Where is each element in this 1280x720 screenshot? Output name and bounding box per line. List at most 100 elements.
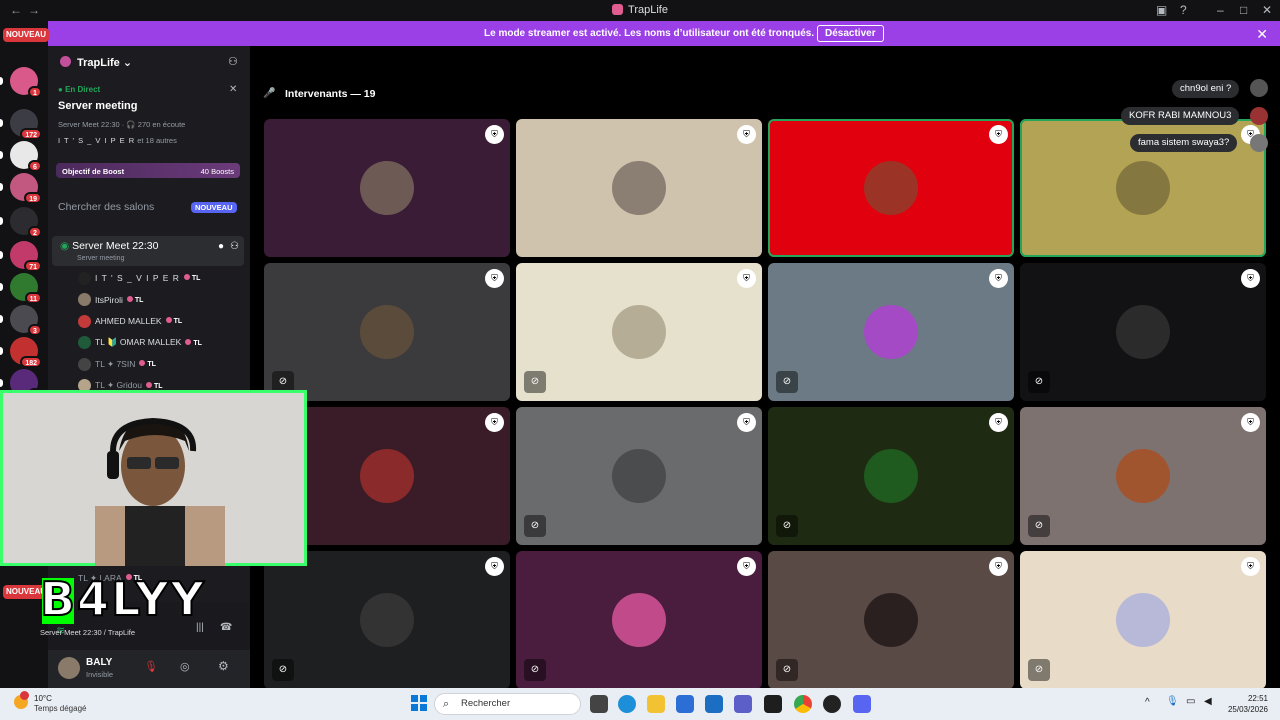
server-icon[interactable]: 182 [10,337,42,368]
server-icon[interactable]: 71 [10,241,42,272]
weather-temp[interactable]: 10°C [34,694,52,703]
disconnect-icon[interactable]: ☎ [220,622,232,633]
headphones-icon[interactable]: ◎ [180,660,190,673]
teams-icon[interactable] [734,695,752,713]
close-live-icon[interactable]: ✕ [229,84,237,95]
avatar [360,449,414,503]
mic-muted-icon: ⊘ [524,515,546,537]
discord-icon[interactable] [853,695,871,713]
speakers-header: Intervenants — 19 [285,88,376,100]
inbox-icon[interactable]: ▣ [1156,3,1167,17]
server-icon[interactable]: 11 [10,273,42,304]
chrome-icon[interactable] [794,695,812,713]
live-stage-card[interactable]: ● En Direct ✕ Server meeting Server Meet… [48,78,250,153]
voice-connected-sub: Server Meet 22:30 / TrapLife [40,628,136,637]
unread-pill [0,315,3,323]
banner-close-icon[interactable]: ✕ [1256,26,1268,43]
maximize-icon[interactable]: □ [1240,3,1247,17]
app-icon [612,4,624,15]
voice-member[interactable]: TL 🔰 OMAR MALLEK TL [78,333,202,353]
window-title-text: TrapLife [628,4,668,16]
participant-tile[interactable]: ⛨⊘ [1020,407,1266,545]
server-icon[interactable]: 6 [10,141,42,172]
close-window-icon[interactable]: ✕ [1262,3,1272,17]
unread-badge: 11 [24,292,42,304]
gear-icon[interactable]: ⚙ [218,659,229,673]
unread-badge: 2 [28,226,42,238]
voice-member[interactable]: I T ' S _ V I P E R TL [78,268,200,288]
store-icon[interactable] [676,695,694,713]
server-icon[interactable]: 172 [10,109,42,140]
chevron-up-icon[interactable]: ^ [1145,697,1150,708]
taskbar-search[interactable]: ⌕ Rechercher [434,693,581,715]
volume-icon[interactable]: ◀ [1204,696,1212,707]
participant-tile[interactable]: ⛨⊘ [768,551,1014,689]
boost-goal[interactable]: Objectif de Boost 40 Boosts [56,163,240,178]
invite-people-icon[interactable]: ⚇ [228,55,238,68]
avatar [864,161,918,215]
avatar [612,161,666,215]
participant-tile[interactable]: ⛨ [264,119,510,257]
mic-muted-icon: ⊘ [1028,515,1050,537]
voice-member[interactable]: AHMED MALLEK TL [78,311,182,331]
server-icon[interactable]: 2 [10,207,42,238]
file-explorer-icon[interactable] [647,695,665,713]
network-icon[interactable]: ▭ [1186,696,1195,707]
server-icon [60,56,71,67]
avatar [78,336,91,349]
taskbar-search-label: Rechercher [461,698,511,709]
member-tag: TL [139,360,156,368]
participant-tile[interactable]: ⛨⊘ [264,551,510,689]
participant-tile[interactable]: ⛨⊘ [1020,263,1266,401]
member-tag: TL [184,274,201,282]
search-new-badge: NOUVEAU [191,202,237,213]
microphone-tray-icon[interactable]: 🎙 [1166,696,1179,707]
disable-streamer-button[interactable]: Désactiver [817,25,884,42]
add-member-icon[interactable]: ⚇ [230,241,239,252]
webcam-person [95,417,225,566]
server-icon[interactable]: 3 [10,305,42,336]
obs-icon[interactable] [823,695,841,713]
clock-date[interactable]: 25/03/2026 [1228,705,1268,714]
moderator-shield-icon: ⛨ [1241,557,1260,576]
avatar [864,449,918,503]
terminal-icon[interactable] [764,695,782,713]
avatar[interactable] [58,657,80,679]
participant-tile[interactable]: ⛨ [768,119,1014,257]
windows-start-icon[interactable] [411,695,427,711]
avatar [78,271,91,285]
unread-pill [0,251,3,259]
participant-tile[interactable]: ⛨ [516,119,762,257]
minimize-icon[interactable]: – [1217,3,1224,17]
avatar [612,305,666,359]
server-name-header[interactable]: TrapLife ⌄ [60,56,132,69]
server-icon[interactable]: 19 [10,173,42,204]
unread-pill [0,347,3,355]
unread-badge: 6 [28,160,42,172]
avatar [864,593,918,647]
weather-desc[interactable]: Temps dégagé [34,704,86,713]
participant-tile[interactable]: ⛨⊘ [516,551,762,689]
clock-time[interactable]: 22:51 [1248,694,1268,703]
participant-tile[interactable]: ⛨⊘ [768,263,1014,401]
participant-tile[interactable]: ⛨⊘ [1020,551,1266,689]
avatar [1116,593,1170,647]
voice-member[interactable]: TL ✦ 7SIN TL [78,354,156,374]
server-icon[interactable]: 1 [10,67,42,98]
chat-avatar [1250,107,1268,125]
channel-search[interactable]: Chercher des salons [58,201,154,213]
edge-icon[interactable] [618,695,636,713]
participant-tile[interactable]: ⛨⊘ [516,263,762,401]
outlook-icon[interactable] [705,695,723,713]
help-icon[interactable]: ? [1180,3,1187,17]
voice-channel-active[interactable]: ◉ Server Meet 22:30 Server meeting ● ⚇ [52,236,244,266]
mic-muted-icon[interactable]: 🎙 [144,660,158,673]
voice-member[interactable]: ItsPiroli TL [78,290,143,310]
participant-tile[interactable]: ⛨⊘ [264,263,510,401]
moderator-shield-icon: ⛨ [485,269,504,288]
task-view-icon[interactable] [590,695,608,713]
avatar [78,314,91,328]
participant-tile[interactable]: ⛨⊘ [768,407,1014,545]
chat-icon[interactable]: ● [218,241,224,252]
participant-tile[interactable]: ⛨⊘ [516,407,762,545]
